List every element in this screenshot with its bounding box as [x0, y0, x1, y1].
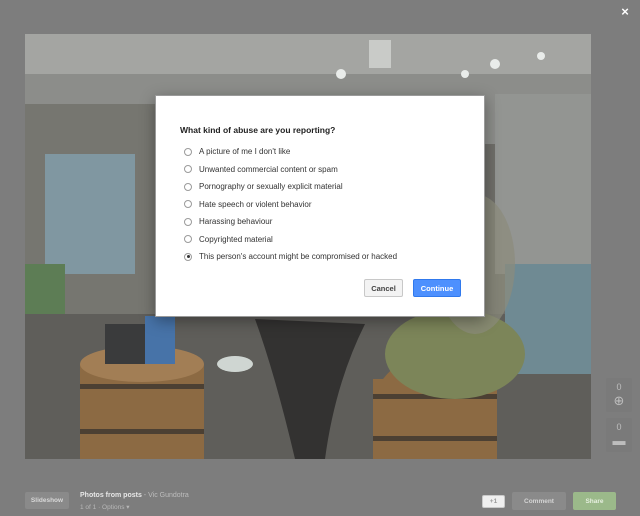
- comment-button[interactable]: Comment: [512, 492, 566, 510]
- radio-button[interactable]: [184, 235, 192, 244]
- album-title-link[interactable]: Photos from posts: [80, 492, 142, 499]
- option-label: Harassing behaviour: [199, 217, 273, 227]
- option-compromised[interactable]: This person's account might be compromis…: [184, 248, 397, 266]
- report-abuse-dialog: What kind of abuse are you reporting? A …: [155, 95, 485, 317]
- plus-circle-icon: ⊕: [613, 393, 625, 408]
- bottom-bar: Slideshow Photos from posts - Vic Gundot…: [0, 478, 640, 516]
- option-label: A picture of me I don't like: [199, 147, 291, 157]
- plus-one-button[interactable]: +1: [482, 495, 505, 508]
- dialog-title: What kind of abuse are you reporting?: [180, 125, 336, 135]
- option-picture-of-me[interactable]: A picture of me I don't like: [184, 143, 397, 161]
- option-explicit[interactable]: Pornography or sexually explicit materia…: [184, 178, 397, 196]
- option-spam[interactable]: Unwanted commercial content or spam: [184, 161, 397, 179]
- abuse-options-list: A picture of me I don't like Unwanted co…: [184, 143, 397, 266]
- slideshow-button[interactable]: Slideshow: [25, 492, 69, 509]
- comment-count: 0: [616, 422, 622, 432]
- option-label: Hate speech or violent behavior: [199, 199, 312, 209]
- share-button[interactable]: Share: [573, 492, 616, 510]
- radio-button[interactable]: [184, 217, 192, 226]
- option-label: Pornography or sexually explicit materia…: [199, 182, 343, 192]
- cancel-button[interactable]: Cancel: [364, 279, 403, 297]
- radio-button[interactable]: [184, 165, 192, 174]
- option-copyright[interactable]: Copyrighted material: [184, 231, 397, 249]
- comment-side-button[interactable]: 0 ▬: [606, 418, 632, 452]
- option-harassing[interactable]: Harassing behaviour: [184, 213, 397, 231]
- radio-button[interactable]: [184, 147, 192, 156]
- comment-icon: ▬: [612, 433, 626, 448]
- separator: -: [143, 492, 147, 499]
- photo-meta[interactable]: 1 of 1 · Options ▾: [80, 503, 130, 511]
- radio-button[interactable]: [184, 182, 192, 191]
- album-info: Photos from posts - Vic Gundotra: [80, 492, 189, 499]
- radio-button[interactable]: [184, 200, 192, 209]
- option-label: This person's account might be compromis…: [199, 252, 398, 262]
- plus-one-side-button[interactable]: 0 ⊕: [606, 378, 632, 412]
- plus-count: 0: [616, 382, 622, 392]
- close-icon[interactable]: ×: [618, 5, 632, 19]
- option-label: Copyrighted material: [199, 234, 273, 244]
- author-link[interactable]: Vic Gundotra: [148, 492, 189, 499]
- radio-button-selected[interactable]: [184, 252, 192, 261]
- option-hate-speech[interactable]: Hate speech or violent behavior: [184, 196, 397, 214]
- continue-button[interactable]: Continue: [413, 279, 461, 297]
- option-label: Unwanted commercial content or spam: [199, 164, 338, 174]
